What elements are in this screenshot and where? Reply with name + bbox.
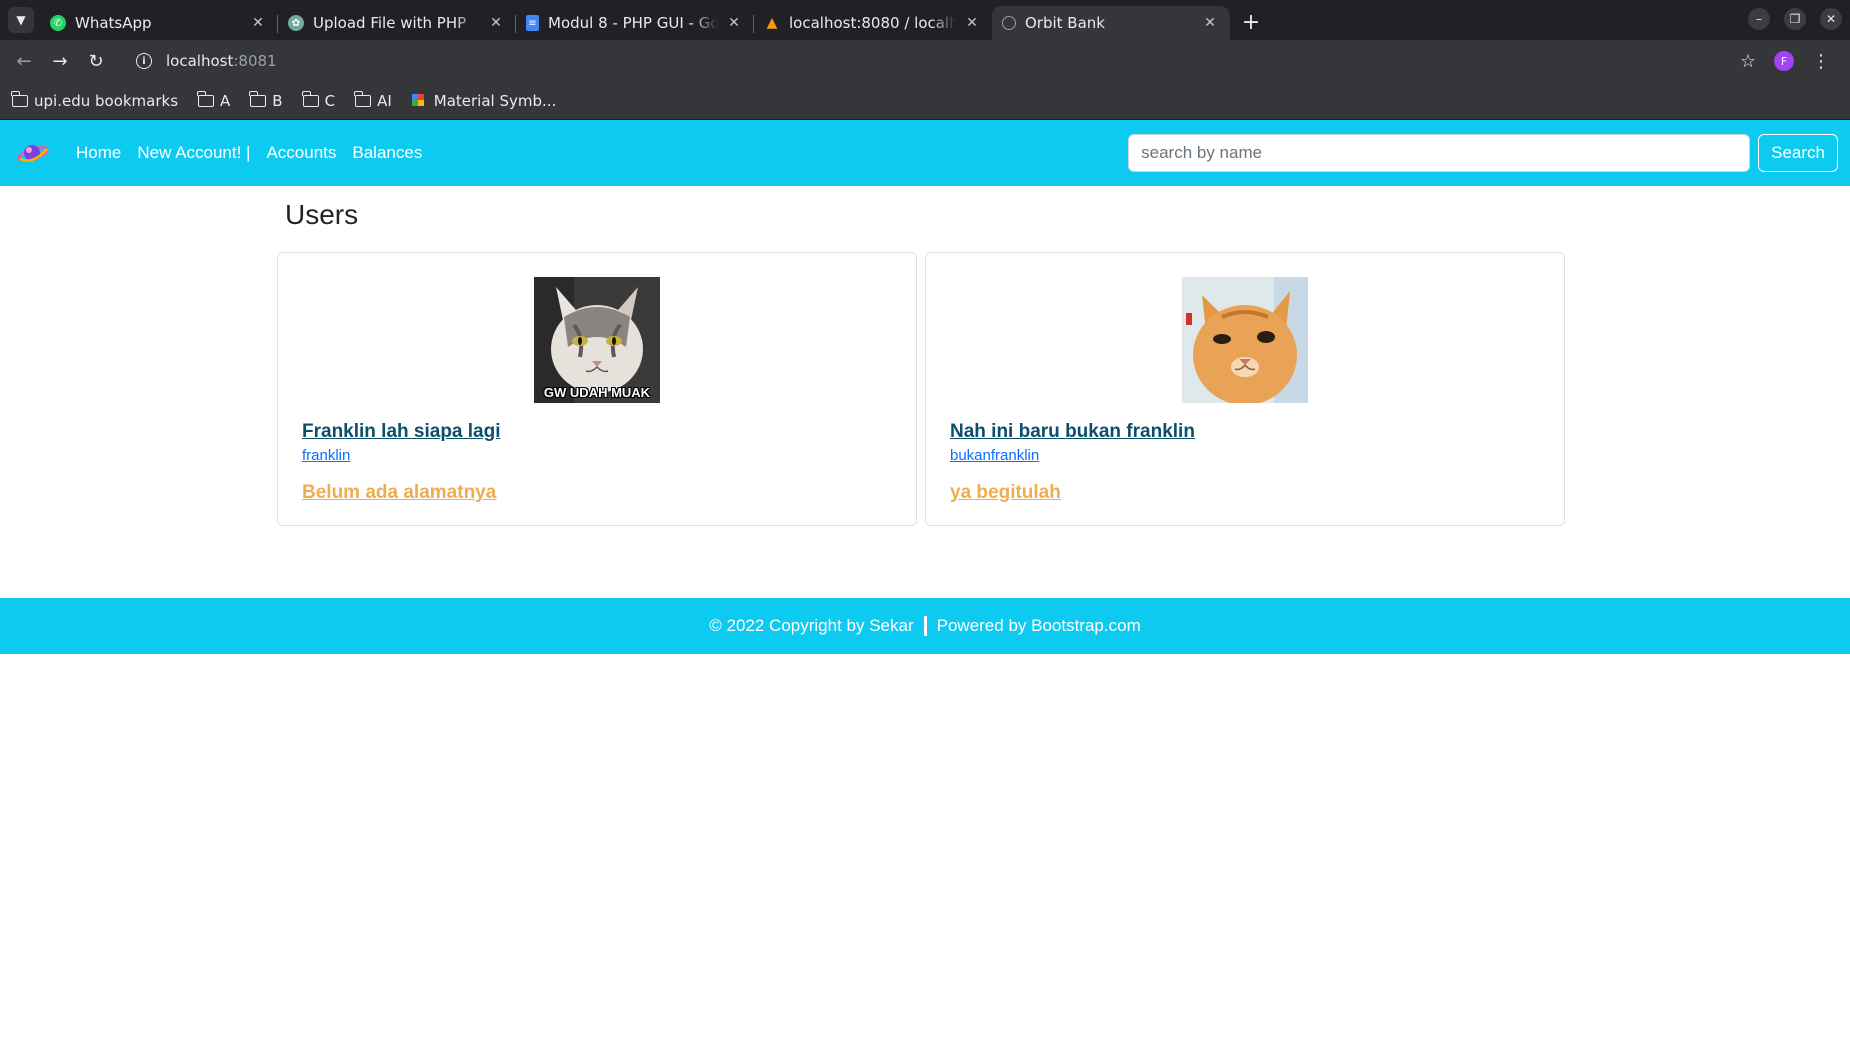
restore-icon[interactable]: ❐: [1784, 8, 1806, 30]
username-link[interactable]: bukanfranklin: [950, 447, 1540, 464]
tab-upload-file[interactable]: ✿ Upload File with PHP ✕: [278, 6, 516, 40]
user-avatar-image: [1182, 277, 1308, 403]
close-icon[interactable]: ✕: [1202, 15, 1218, 31]
user-name-link[interactable]: Nah ini baru bukan franklin: [950, 421, 1195, 443]
bookmark-star-icon[interactable]: ☆: [1740, 51, 1756, 72]
google-docs-icon: ≡: [526, 15, 539, 31]
managed-folder-icon: [11, 90, 28, 107]
tab-orbit-bank[interactable]: Orbit Bank ✕: [992, 6, 1230, 40]
bookmark-material-symbols[interactable]: Material Symb...: [411, 91, 557, 110]
url-port: :8081: [233, 52, 277, 70]
bookmark-label: upi.edu bookmarks: [34, 91, 179, 110]
close-icon[interactable]: ✕: [250, 15, 266, 31]
tab-title: Orbit Bank: [1025, 14, 1105, 32]
window-close-icon[interactable]: ✕: [1820, 8, 1842, 30]
url-host: localhost: [166, 52, 234, 70]
tab-whatsapp[interactable]: ✆ WhatsApp ✕: [40, 6, 278, 40]
folder-icon: [249, 90, 267, 107]
forward-arrow-icon[interactable]: →: [44, 45, 76, 77]
globe-icon: [1002, 16, 1016, 30]
chatgpt-icon: ✿: [288, 15, 304, 31]
tab-modul-8[interactable]: ≡ Modul 8 - PHP GUI - Goo ✕: [516, 6, 754, 40]
tab-search-chevron-icon[interactable]: ▼: [8, 7, 34, 33]
bookmarks-bar: upi.edu bookmarks A B C AI Material Symb…: [0, 82, 1850, 120]
app-navbar: Home New Account! | Accounts Balances Se…: [0, 120, 1850, 186]
browser-toolbar: ← → ↻ i localhost:8081 ☆ F ⋮: [0, 40, 1850, 82]
tab-title: localhost:8080 / localhos: [789, 14, 956, 32]
nav-new-account-link[interactable]: New Account! |: [137, 143, 250, 163]
bookmark-upi-edu[interactable]: upi.edu bookmarks: [11, 90, 179, 110]
bookmark-label: A: [220, 91, 231, 110]
new-tab-plus-icon[interactable]: +: [1236, 7, 1266, 37]
orbit-logo-icon[interactable]: [16, 139, 50, 167]
search-input[interactable]: [1128, 134, 1751, 172]
tab-title: Modul 8 - PHP GUI - Goo: [548, 14, 718, 32]
bookmark-label: C: [324, 91, 336, 110]
address-bar[interactable]: i localhost:8081 ☆ F ⋮: [124, 44, 1842, 78]
bookmark-label: B: [272, 91, 283, 110]
username-link[interactable]: franklin: [302, 447, 892, 464]
nav-links: Home New Account! | Accounts Balances: [76, 143, 422, 163]
user-cards: GW UDAH MUAK Franklin lah siapa lagi fra…: [277, 252, 1573, 526]
page-title: Users: [285, 199, 359, 230]
folder-icon: [354, 90, 372, 107]
browser-tab-strip: ▼ ✆ WhatsApp ✕ ✿ Upload File with PHP ✕ …: [0, 0, 1850, 40]
site-info-icon[interactable]: i: [136, 53, 152, 69]
window-controls: – ❐ ✕: [1748, 8, 1842, 30]
bookmark-folder-c[interactable]: C: [301, 90, 336, 110]
footer-divider: [923, 616, 927, 636]
meme-caption: GW UDAH MUAK: [543, 385, 651, 400]
close-icon[interactable]: ✕: [726, 15, 742, 31]
folder-icon: [301, 90, 319, 107]
nav-accounts-link[interactable]: Accounts: [266, 143, 336, 163]
user-address-link[interactable]: ya begitulah: [950, 482, 1061, 504]
bookmark-label: Material Symb...: [433, 91, 557, 110]
reload-icon[interactable]: ↻: [80, 45, 112, 77]
footer-powered-by: Powered by Bootstrap.com: [936, 616, 1141, 635]
back-arrow-icon[interactable]: ←: [8, 45, 40, 77]
bookmark-folder-ai[interactable]: AI: [354, 90, 392, 110]
profile-avatar[interactable]: F: [1774, 51, 1794, 71]
page-footer: © 2022 Copyright by Sekar Powered by Boo…: [0, 598, 1850, 654]
whatsapp-icon: ✆: [50, 15, 66, 31]
bookmark-folder-a[interactable]: A: [197, 90, 231, 110]
user-avatar-image: GW UDAH MUAK: [534, 277, 660, 403]
user-name-link[interactable]: Franklin lah siapa lagi: [302, 421, 501, 443]
main-container: Users GW UDAH MUAK Franklin lah siapa la…: [277, 186, 1573, 526]
tab-phpmyadmin[interactable]: ▲ localhost:8080 / localhos ✕: [754, 6, 992, 40]
user-card: GW UDAH MUAK Franklin lah siapa lagi fra…: [277, 252, 917, 526]
close-icon[interactable]: ✕: [964, 15, 980, 31]
bookmark-label: AI: [377, 91, 392, 110]
footer-copyright: © 2022 Copyright by Sekar: [709, 616, 914, 635]
user-address-link[interactable]: Belum ada alamatnya: [302, 482, 496, 504]
folder-icon: [197, 90, 215, 107]
tab-title: WhatsApp: [75, 14, 152, 32]
search-button[interactable]: Search: [1758, 134, 1838, 172]
material-icon: [411, 93, 428, 108]
menu-kebab-icon[interactable]: ⋮: [1812, 51, 1830, 72]
user-card: Nah ini baru bukan franklin bukanfrankli…: [925, 252, 1565, 526]
bookmark-folder-b[interactable]: B: [249, 90, 283, 110]
minimize-icon[interactable]: –: [1748, 8, 1770, 30]
nav-home-link[interactable]: Home: [76, 143, 121, 163]
close-icon[interactable]: ✕: [488, 15, 504, 31]
tab-title: Upload File with PHP: [313, 14, 467, 32]
phpmyadmin-icon: ▲: [766, 15, 778, 31]
nav-balances-link[interactable]: Balances: [352, 143, 422, 163]
search-form: Search: [1128, 134, 1838, 172]
